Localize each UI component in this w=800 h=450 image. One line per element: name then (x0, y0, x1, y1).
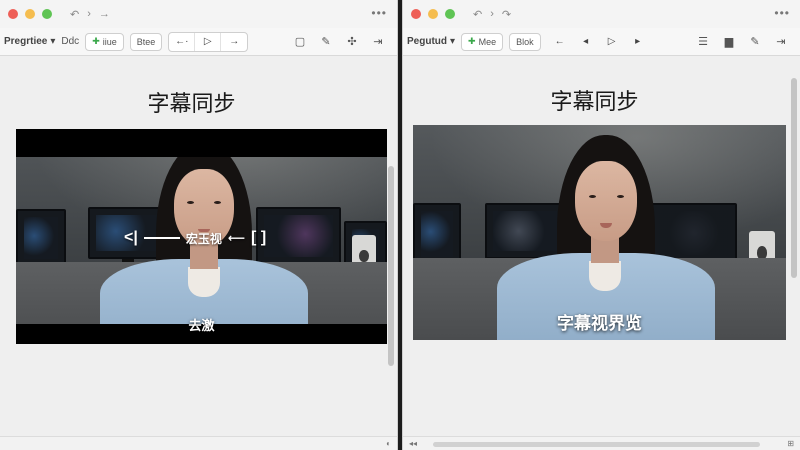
right-statusbar: ◂◂ ⊞ (403, 436, 800, 450)
video-scene (413, 125, 786, 340)
play-icon[interactable]: ▷ (599, 32, 625, 52)
monitor (485, 203, 565, 259)
chevron-down-icon: ▾ (50, 36, 56, 47)
subtitle-caption: 字幕视界览 (557, 314, 642, 334)
left-window: ↶ › → ••• Pregrtiee ▾ Ddc ✚ iiue Btee ←·… (0, 0, 398, 450)
toolbar-text[interactable]: Ddc (61, 36, 79, 47)
chevron-right-icon[interactable]: › (490, 8, 494, 21)
collapse-icon[interactable]: ◂◂ (409, 439, 417, 448)
subtitle-sync-overlay[interactable]: <| 宏玉视 ⟵ [ ] (124, 229, 266, 247)
step-forward-icon[interactable]: → (221, 33, 247, 51)
print-icon[interactable]: ▆ (722, 35, 736, 49)
left-toolbar: Pregrtiee ▾ Ddc ✚ iiue Btee ←· ▷ → ▢ ✎ ✣… (0, 28, 397, 56)
monitor (651, 203, 737, 263)
subtitle-caption: 去激 (188, 319, 215, 334)
preset-dropdown[interactable]: Pegutud ▾ (407, 36, 455, 47)
right-tool-icons: ☰ ▆ ✎ ⇥ (696, 35, 796, 49)
edit-icon[interactable]: ✎ (748, 35, 762, 49)
playback-controls: ←· ▷ → (168, 31, 249, 52)
secondary-button[interactable]: Btee (129, 32, 163, 51)
zoom-button[interactable] (445, 9, 455, 19)
chevron-right-icon[interactable]: › (87, 8, 91, 21)
left-nav: ↶ › → (70, 8, 110, 21)
add-button-label: iiue (102, 36, 117, 47)
monitor (16, 209, 66, 267)
redo-icon[interactable]: ↷ (502, 8, 511, 21)
window-controls (411, 9, 455, 19)
left-content: 字幕同步 <| 宏玉视 ⟵ [] 去激 (0, 56, 397, 450)
video-preview[interactable]: <| 宏玉视 ⟵ [ ] 去激 (16, 129, 387, 344)
secondary-button-label: Btee (136, 36, 156, 47)
list-icon[interactable]: ☰ (696, 35, 710, 49)
plus-icon: ✚ (468, 36, 476, 46)
horizontal-scrollbar[interactable] (433, 442, 760, 447)
monitor (413, 203, 461, 265)
left-marker-icon[interactable]: <| (124, 229, 138, 247)
more-menu-icon[interactable]: ••• (774, 6, 790, 20)
playback-controls: ← ◂ ▷ ▸ (547, 32, 651, 52)
right-nav: ↶ › ↷ (473, 8, 511, 21)
screen: ↶ › → ••• Pregrtiee ▾ Ddc ✚ iiue Btee ←·… (0, 0, 800, 450)
add-button[interactable]: ✚ iiue (85, 32, 124, 51)
left-statusbar: ◐ (0, 436, 397, 450)
preset-dropdown[interactable]: Pregrtiee ▾ (4, 36, 55, 47)
letterbox-top (16, 129, 387, 157)
export-icon[interactable]: ⇥ (371, 35, 385, 49)
chevron-down-icon: ▾ (450, 36, 456, 47)
monitor (256, 207, 341, 265)
plus-icon: ✚ (92, 36, 100, 46)
preset-dropdown-label: Pregrtiee (4, 36, 48, 47)
overlay-label: 宏玉视 (185, 231, 222, 246)
edit-icon[interactable]: ✎ (319, 35, 333, 49)
left-tool-icons: ▢ ✎ ✣ ⇥ (293, 35, 393, 49)
video-preview[interactable]: 字幕视界览 (413, 125, 786, 340)
minimize-button[interactable] (25, 9, 35, 19)
step-forward-icon[interactable]: ▸ (625, 32, 651, 52)
step-back-icon[interactable]: ←· (169, 32, 196, 51)
right-window: ↶ › ↷ ••• Pegutud ▾ ✚ Mee Blok ← ◂ ▷ ▸ ☰… (402, 0, 800, 450)
secondary-button-label: Blok (516, 36, 534, 47)
arrow-left-icon: ⟵ (227, 231, 246, 245)
close-button[interactable] (411, 9, 421, 19)
step-back-icon[interactable]: ← (547, 32, 573, 52)
play-icon[interactable]: ▷ (195, 32, 222, 51)
move-icon[interactable]: ✣ (345, 35, 359, 49)
vertical-scrollbar[interactable] (791, 78, 797, 278)
right-content: 字幕同步 字幕视界览 (403, 56, 800, 450)
more-menu-icon[interactable]: ••• (371, 6, 387, 20)
add-button[interactable]: ✚ Mee (461, 32, 504, 51)
close-button[interactable] (8, 9, 18, 19)
right-titlebar: ↶ › ↷ ••• (403, 0, 800, 28)
zoom-button[interactable] (42, 9, 52, 19)
page-title: 字幕同步 (550, 90, 639, 115)
left-titlebar: ↶ › → ••• (0, 0, 397, 28)
window-controls (8, 9, 52, 19)
crop-icon[interactable]: ▢ (293, 35, 307, 49)
export-icon[interactable]: ⇥ (774, 35, 788, 49)
vertical-scrollbar[interactable] (388, 166, 394, 366)
resize-grip-icon[interactable]: ◐ (386, 439, 391, 448)
right-marker-icon[interactable]: [ ] (251, 229, 266, 247)
minimize-button[interactable] (428, 9, 438, 19)
add-button-label: Mee (478, 36, 497, 47)
sync-line (143, 237, 180, 239)
preset-dropdown-label: Pegutud (407, 36, 447, 47)
rewind-icon[interactable]: ◂ (573, 32, 599, 52)
page-title: 字幕同步 (147, 92, 236, 117)
forward-arrow-icon[interactable]: → (99, 8, 110, 21)
right-toolbar: Pegutud ▾ ✚ Mee Blok ← ◂ ▷ ▸ ☰ ▆ ✎ ⇥ (403, 28, 800, 56)
resize-grip-icon[interactable]: ⊞ (787, 439, 794, 448)
undo-icon[interactable]: ↶ (473, 8, 482, 21)
undo-icon[interactable]: ↶ (70, 8, 79, 21)
secondary-button[interactable]: Blok (509, 32, 541, 51)
